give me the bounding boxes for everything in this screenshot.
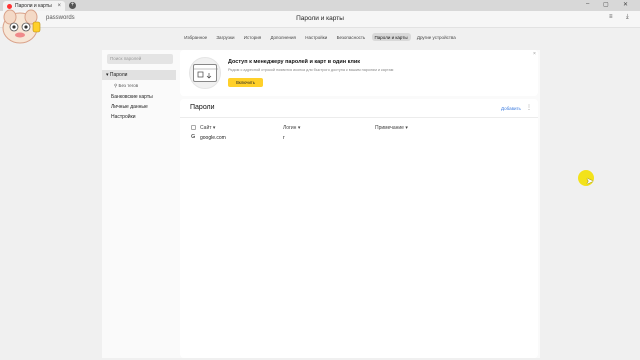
column-label: Сайт	[200, 125, 212, 131]
banner-window-icon	[193, 64, 218, 82]
address-bar: passwords Пароли и карты ≡ ⤓	[0, 11, 640, 28]
banner-close-icon[interactable]: ×	[533, 51, 536, 57]
banner-title: Доступ к менеджеру паролей и карт в один…	[228, 59, 361, 65]
column-header-login[interactable]: Логин ▾	[283, 125, 300, 131]
downloads-icon[interactable]: ⤓	[626, 14, 629, 21]
sidebar-item-settings[interactable]: Настройки	[111, 114, 136, 120]
panel-title: Пароли	[190, 104, 215, 111]
column-label: Логин	[283, 125, 297, 131]
sort-arrow-icon: ▾	[403, 125, 408, 131]
google-icon: G	[191, 134, 196, 140]
promo-banner	[180, 50, 538, 96]
minimize-icon[interactable]: –	[586, 1, 589, 7]
column-header-note[interactable]: Примечание ▾	[375, 125, 408, 131]
nav-downloads[interactable]: Загрузки	[213, 33, 237, 41]
mascot-icon	[2, 9, 41, 44]
search-input[interactable]: Поиск паролей	[107, 54, 173, 64]
nav-security[interactable]: Безопасность	[334, 33, 369, 41]
sidebar-item-no-tags[interactable]: ⚲ Без тегов	[114, 83, 138, 89]
nav-settings[interactable]: Настройки	[302, 33, 330, 41]
row-login[interactable]: г	[283, 135, 285, 141]
select-all-checkbox[interactable]	[191, 125, 196, 130]
sidebar-item-personal-data[interactable]: Личные данные	[111, 104, 148, 110]
column-header-site[interactable]: Сайт ▾	[200, 125, 215, 131]
passwords-panel	[180, 99, 538, 358]
nav-favorites[interactable]: Избранное	[181, 33, 210, 41]
nav-extensions[interactable]: Дополнения	[267, 33, 299, 41]
column-label: Примечание	[375, 125, 404, 131]
nav-passwords-cards[interactable]: Пароли и карты	[371, 33, 411, 41]
maximize-icon[interactable]: ▢	[603, 1, 609, 8]
sidebar-item-passwords[interactable]: ▾ Пароли	[102, 70, 176, 80]
tab-strip: Пароли и карты × + – ▢ ✕	[0, 0, 640, 11]
sidebar-item-bank-cards[interactable]: Банковские карты	[111, 94, 153, 100]
enable-button[interactable]: Включить	[228, 78, 263, 87]
more-options-icon[interactable]: ⋮	[526, 104, 532, 111]
row-site[interactable]: google.com	[200, 135, 226, 141]
divider	[180, 117, 538, 118]
add-password-button[interactable]: Добавить	[501, 106, 521, 111]
banner-text: Рядом с адресной строкой появится иконка…	[228, 68, 394, 72]
mouse-cursor-icon: ➤	[586, 176, 594, 186]
close-window-icon[interactable]: ✕	[623, 1, 628, 8]
page-title: Пароли и карты	[296, 15, 344, 22]
nav-other-devices[interactable]: Другие устройства	[414, 33, 459, 41]
menu-icon[interactable]: ≡	[609, 14, 613, 20]
new-tab-button[interactable]: +	[69, 2, 76, 9]
settings-nav: Избранное Загрузки История Дополнения На…	[0, 33, 640, 43]
nav-history[interactable]: История	[241, 33, 264, 41]
sort-arrow-icon: ▾	[296, 125, 301, 131]
sidebar-item-label: Пароли	[109, 72, 128, 78]
sort-arrow-icon: ▾	[211, 125, 216, 131]
sidebar-item-label: Без тегов	[118, 83, 139, 88]
tab-close-icon[interactable]: ×	[57, 1, 61, 11]
